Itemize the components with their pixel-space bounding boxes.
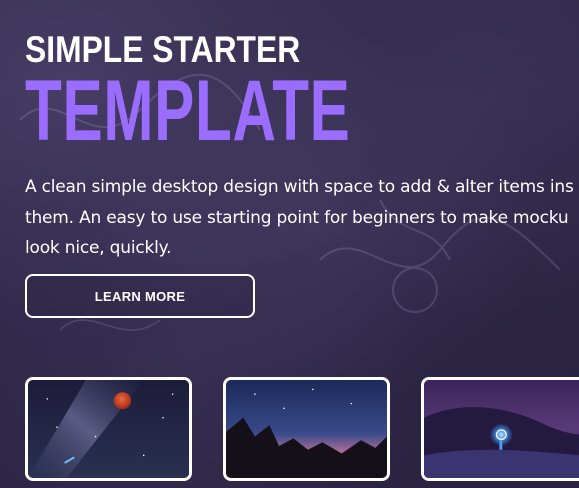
hero-description: A clean simple desktop design with space… bbox=[25, 172, 579, 264]
hero-description-line: A clean simple desktop design with space… bbox=[25, 177, 574, 197]
image-card[interactable] bbox=[25, 377, 192, 481]
night-sky-red-moon-image bbox=[28, 380, 189, 478]
hero-section: SIMPLE STARTER TEMPLATE bbox=[25, 30, 579, 159]
hero-title-line-2: TEMPLATE bbox=[25, 63, 351, 159]
hero-description-line: look nice, quickly. bbox=[25, 238, 172, 258]
learn-more-button[interactable]: LEARN MORE bbox=[25, 274, 255, 318]
galaxy-over-rocks-image bbox=[226, 380, 387, 478]
image-card[interactable] bbox=[421, 377, 579, 481]
light-painting-snow-image bbox=[424, 380, 579, 478]
image-card[interactable] bbox=[223, 377, 390, 481]
hero-description-line: them. An easy to use starting point for … bbox=[25, 207, 569, 228]
